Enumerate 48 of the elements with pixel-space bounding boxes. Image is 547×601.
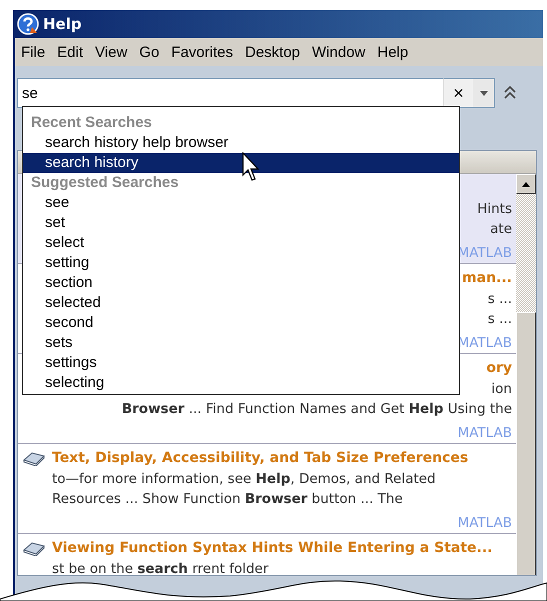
result-snippet: s ... <box>488 290 512 309</box>
result-snippet: Browser ... Find Function Names and Get Help Using the <box>122 400 512 419</box>
dropdown-button[interactable] <box>473 78 495 108</box>
group-heading: Suggested Searches <box>30 173 180 193</box>
result-snippet: ion <box>491 380 512 399</box>
mouse-pointer-icon <box>242 152 262 182</box>
suggestion-item[interactable]: section <box>23 273 459 293</box>
menu-item[interactable]: Go <box>135 44 168 60</box>
menu-item[interactable]: Favorites <box>167 44 241 60</box>
result-snippet: st be on the search rrent folder <box>51 560 270 575</box>
result-snippet: Resources ... Show Function Browser button ... The <box>51 490 404 509</box>
suggestion-item[interactable]: selecting <box>23 373 459 393</box>
result-snippet: s ... <box>488 310 512 329</box>
suggestion-item[interactable]: settings <box>23 353 459 373</box>
book-icon <box>22 450 46 466</box>
result-snippet: to—for more information, see Help, Demos, and Related <box>51 470 437 489</box>
suggestion-item[interactable]: search history help browser <box>23 133 459 153</box>
suggestion-item[interactable]: selected <box>23 293 459 313</box>
menu-item[interactable]: Help <box>373 44 416 60</box>
suggestion-item[interactable]: search history <box>23 153 459 173</box>
book-icon <box>22 540 46 556</box>
menu-item[interactable]: File <box>17 44 54 60</box>
suggestion-item[interactable]: select <box>23 233 459 253</box>
menu-item[interactable]: Desktop <box>240 44 308 60</box>
arrow-up-icon <box>522 182 530 186</box>
scroll-up-button[interactable] <box>516 174 536 194</box>
group-heading: Recent Searches <box>30 113 153 133</box>
suggestion-item[interactable]: second <box>23 313 459 333</box>
menu-item[interactable]: View <box>91 44 136 60</box>
clear-button[interactable]: × <box>443 78 473 108</box>
suggestion-item[interactable]: see <box>23 193 459 213</box>
scroll-thumb[interactable] <box>516 312 536 575</box>
collapse-button[interactable] <box>503 84 517 100</box>
caret-icon <box>480 90 488 96</box>
result-source: MATLAB <box>458 515 512 531</box>
result-source: MATLAB <box>458 425 512 441</box>
help-icon <box>17 13 39 35</box>
double-chevron-up-icon <box>503 84 517 100</box>
scrollbar[interactable] <box>516 174 536 575</box>
search-field[interactable]: se <box>17 78 443 108</box>
window-title: Help <box>43 15 82 33</box>
suggestion-item[interactable]: setting <box>23 253 459 273</box>
result-snippet: ate <box>490 220 512 239</box>
suggestion-item[interactable]: sets <box>23 333 459 353</box>
result-snippet: Hints <box>477 200 512 219</box>
menu-item[interactable]: Edit <box>53 44 92 60</box>
menu-item[interactable]: Window <box>308 44 374 60</box>
suggestion-item[interactable]: set <box>23 213 459 233</box>
